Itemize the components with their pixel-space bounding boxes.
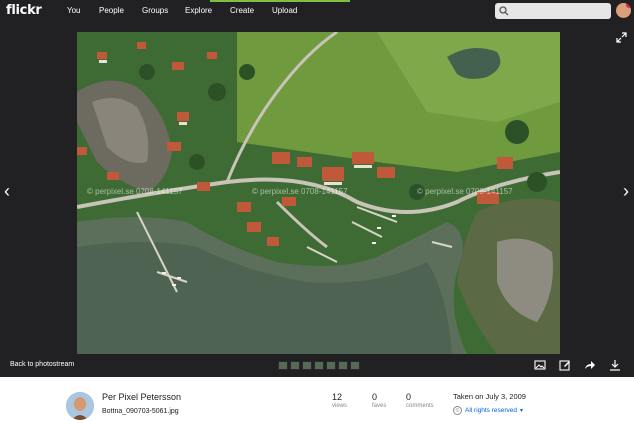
comments-count: 0 <box>406 392 412 402</box>
license-dropdown[interactable]: © All rights reserved ▾ <box>453 406 523 415</box>
search-input[interactable] <box>495 3 611 19</box>
thumbnail[interactable] <box>302 361 312 370</box>
photo-watermark-2: © perpixel.se 0708-141157 <box>252 187 348 196</box>
nav-people[interactable]: People <box>99 6 124 15</box>
thumbnail-strip <box>278 361 360 370</box>
comments-stat: 0 comments <box>406 392 434 409</box>
image-icon[interactable] <box>534 359 546 371</box>
notification-badge <box>626 3 631 8</box>
photo-watermark-3: © perpixel.se 0708-141157 <box>417 187 513 196</box>
flickr-logo[interactable]: flickr <box>6 3 42 18</box>
top-nav: flickr You People Groups Explore Create … <box>0 0 634 22</box>
taken-date: Taken on July 3, 2009 <box>453 392 526 401</box>
nav-you[interactable]: You <box>67 6 81 15</box>
thumbnail[interactable] <box>350 361 360 370</box>
faves-label: faves <box>372 403 387 409</box>
nav-groups[interactable]: Groups <box>142 6 168 15</box>
thumbnail[interactable] <box>278 361 288 370</box>
nav-create[interactable]: Create <box>230 6 254 15</box>
chevron-left-icon[interactable]: ‹ <box>4 182 10 200</box>
chevron-down-icon: ▾ <box>520 408 524 414</box>
nav-upload[interactable]: Upload <box>272 6 297 15</box>
main-photo[interactable]: © perpixel.se 0708-141157 © perpixel.se … <box>77 32 560 354</box>
owner-name[interactable]: Per Pixel Petersson <box>102 392 181 402</box>
faves-stat: 0 faves <box>372 392 386 409</box>
photo-viewer: © perpixel.se 0708-141157 © perpixel.se … <box>0 22 634 377</box>
download-icon[interactable] <box>609 359 621 371</box>
thumbnail[interactable] <box>314 361 324 370</box>
nav-explore[interactable]: Explore <box>185 6 212 15</box>
faves-count: 0 <box>372 392 378 402</box>
thumbnail[interactable] <box>326 361 336 370</box>
expand-icon[interactable] <box>616 32 627 43</box>
copyright-icon: © <box>453 406 462 415</box>
photo-info-bar: Per Pixel Petersson Bottna_090703-5061.j… <box>0 377 634 423</box>
thumbnail[interactable] <box>338 361 348 370</box>
owner-avatar[interactable] <box>66 392 94 420</box>
search-icon <box>499 6 509 16</box>
thumbnail[interactable] <box>290 361 300 370</box>
share-icon[interactable] <box>584 359 596 371</box>
comments-label: comments <box>406 403 434 409</box>
loading-bar <box>210 0 350 2</box>
edit-icon[interactable] <box>559 359 571 371</box>
views-count: 12 <box>332 392 343 402</box>
views-label: views <box>332 403 348 409</box>
back-to-photostream-link[interactable]: Back to photostream <box>10 361 74 368</box>
views-stat: 12 views <box>332 392 347 409</box>
photo-filename: Bottna_090703-5061.jpg <box>102 408 179 415</box>
avatar[interactable] <box>616 3 631 18</box>
photo-watermark: © perpixel.se 0708-141157 <box>87 187 183 196</box>
license-label: All rights reserved <box>465 407 518 414</box>
chevron-right-icon[interactable]: › <box>623 182 629 200</box>
